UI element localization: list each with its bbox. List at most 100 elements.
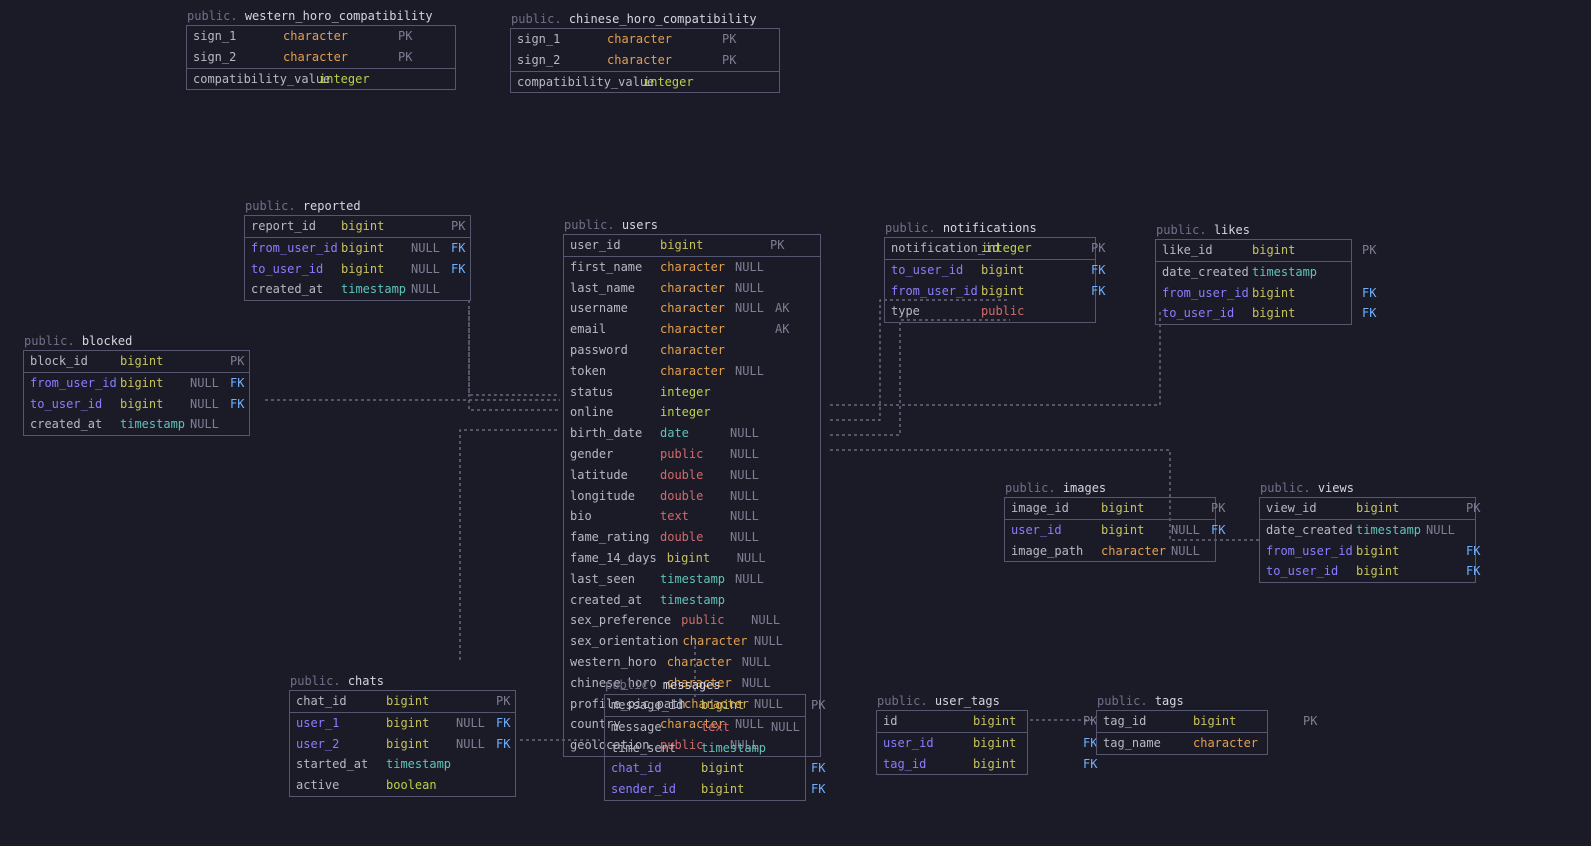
column-row[interactable]: longitudedoubleNULL [564, 486, 820, 507]
table-chinese_horo_compatibility[interactable]: public. chinese_horo_compatibilitysign_1… [510, 28, 780, 93]
table-title: public. tags [1097, 693, 1184, 710]
table-views[interactable]: public. viewsview_idbigintPKdate_created… [1259, 497, 1476, 583]
column-nullability: NULL [1171, 543, 1201, 560]
column-row[interactable]: date_createdtimestamp [1156, 262, 1351, 283]
table-user_tags[interactable]: public. user_tagsidbigintPKuser_idbigint… [876, 710, 1028, 775]
column-row[interactable]: birth_datedateNULL [564, 423, 820, 444]
column-row[interactable]: fame_ratingdoubleNULL [564, 527, 820, 548]
column-row[interactable]: image_pathcharacterNULL [1005, 541, 1215, 562]
column-row[interactable]: report_idbigintPK [245, 216, 470, 237]
column-type: bigint [1252, 285, 1312, 302]
column-row[interactable]: user_idbigintPK [564, 235, 820, 256]
column-row[interactable]: user_idbigintNULLFK [1005, 520, 1215, 541]
column-row[interactable]: block_idbigintPK [24, 351, 249, 372]
column-row[interactable]: latitudedoubleNULL [564, 465, 820, 486]
column-row[interactable]: genderpublicNULL [564, 444, 820, 465]
column-row[interactable]: user_idbigintFK [877, 733, 1027, 754]
column-row[interactable]: like_idbigintPK [1156, 240, 1351, 261]
column-row[interactable]: biotextNULL [564, 506, 820, 527]
column-row[interactable]: image_idbigintPK [1005, 498, 1215, 519]
column-row[interactable]: view_idbigintPK [1260, 498, 1475, 519]
column-row[interactable]: sex_orientationcharacterNULL [564, 631, 820, 652]
column-name: sign_2 [193, 49, 273, 66]
column-row[interactable]: chat_idbigintPK [290, 691, 515, 712]
column-key: PK [722, 52, 742, 69]
table-tags[interactable]: public. tagstag_idbigintPKtag_namecharac… [1096, 710, 1268, 755]
column-row[interactable]: from_user_idbigintFK [1260, 541, 1475, 562]
column-nullability: NULL [730, 529, 760, 546]
column-row[interactable]: tag_idbigintFK [877, 754, 1027, 775]
column-row[interactable]: activeboolean [290, 775, 515, 796]
column-row[interactable]: tag_idbigintPK [1097, 711, 1267, 732]
column-row[interactable]: last_namecharacterNULL [564, 278, 820, 299]
column-row[interactable]: sign_2characterPK [187, 47, 455, 68]
column-key: FK [811, 781, 831, 798]
column-row[interactable]: tag_namecharacter [1097, 733, 1267, 754]
column-name: fame_14_days [570, 550, 657, 567]
schema-label: public. [290, 674, 341, 688]
column-name: sender_id [611, 781, 691, 798]
column-row[interactable]: time_senttimestamp [605, 738, 805, 759]
column-row[interactable]: compatibility_valueinteger [187, 69, 455, 90]
column-row[interactable]: typepublic [885, 301, 1095, 322]
column-row[interactable]: user_2bigintNULLFK [290, 734, 515, 755]
column-type: bigint [667, 550, 727, 567]
table-reported[interactable]: public. reportedreport_idbigintPKfrom_us… [244, 215, 471, 301]
table-messages[interactable]: public. messagesmessage_idbigintPKmessag… [604, 694, 806, 801]
column-row[interactable]: messagetextNULL [605, 717, 805, 738]
column-type: integer [981, 240, 1041, 257]
column-row[interactable]: western_horocharacterNULL [564, 652, 820, 673]
column-row[interactable]: message_idbigintPK [605, 695, 805, 716]
column-row[interactable]: sign_2characterPK [511, 50, 779, 71]
table-title: public. user_tags [877, 693, 1000, 710]
column-row[interactable]: statusinteger [564, 382, 820, 403]
column-row[interactable]: date_createdtimestampNULL [1260, 520, 1475, 541]
column-row[interactable]: tokencharacterNULL [564, 361, 820, 382]
column-key: FK [1466, 543, 1486, 560]
column-row[interactable]: fame_14_daysbigintNULL [564, 548, 820, 569]
column-row[interactable]: sex_preferencepublicNULL [564, 610, 820, 631]
column-row[interactable]: user_1bigintNULLFK [290, 713, 515, 734]
column-row[interactable]: sender_idbigintFK [605, 779, 805, 800]
table-notifications[interactable]: public. notificationsnotification_idinte… [884, 237, 1096, 323]
column-key: PK [1466, 500, 1486, 517]
column-row[interactable]: started_attimestamp [290, 754, 515, 775]
table-name: chats [348, 674, 384, 688]
column-row[interactable]: from_user_idbigintFK [1156, 283, 1351, 304]
table-blocked[interactable]: public. blockedblock_idbigintPKfrom_user… [23, 350, 250, 436]
column-row[interactable]: created_attimestampNULL [24, 414, 249, 435]
table-likes[interactable]: public. likeslike_idbigintPKdate_created… [1155, 239, 1352, 325]
column-row[interactable]: to_user_idbigintFK [1156, 303, 1351, 324]
column-name: sex_orientation [570, 633, 673, 650]
table-chats[interactable]: public. chatschat_idbigintPKuser_1bigint… [289, 690, 516, 797]
column-row[interactable]: from_user_idbigintNULLFK [24, 373, 249, 394]
column-row[interactable]: sign_1characterPK [187, 26, 455, 47]
column-row[interactable]: created_attimestamp [564, 590, 820, 611]
column-nullability: NULL [771, 719, 801, 736]
column-row[interactable]: passwordcharacter [564, 340, 820, 361]
column-row[interactable]: idbigintPK [877, 711, 1027, 732]
column-row[interactable]: created_attimestampNULL [245, 279, 470, 300]
table-images[interactable]: public. imagesimage_idbigintPKuser_idbig… [1004, 497, 1216, 562]
column-name: sex_preference [570, 612, 671, 629]
column-row[interactable]: to_user_idbigintFK [1260, 561, 1475, 582]
column-row[interactable]: last_seentimestampNULL [564, 569, 820, 590]
column-row[interactable]: usernamecharacterNULLAK [564, 298, 820, 319]
column-row[interactable]: onlineinteger [564, 402, 820, 423]
column-row[interactable]: first_namecharacterNULL [564, 257, 820, 278]
column-row[interactable]: from_user_idbigintNULLFK [245, 238, 470, 259]
column-row[interactable]: sign_1characterPK [511, 29, 779, 50]
column-type: bigint [973, 756, 1033, 773]
column-row[interactable]: to_user_idbigintNULLFK [245, 259, 470, 280]
column-row[interactable]: to_user_idbigintNULLFK [24, 394, 249, 415]
column-row[interactable]: to_user_idbigintFK [885, 260, 1095, 281]
column-row[interactable]: notification_idintegerPK [885, 238, 1095, 259]
column-type: bigint [1252, 305, 1312, 322]
table-western_horo_compatibility[interactable]: public. western_horo_compatibilitysign_1… [186, 25, 456, 90]
column-row[interactable]: chat_idbigintFK [605, 758, 805, 779]
table-name: blocked [82, 334, 133, 348]
column-row[interactable]: emailcharacterAK [564, 319, 820, 340]
column-row[interactable]: from_user_idbigintFK [885, 281, 1095, 302]
column-row[interactable]: compatibility_valueinteger [511, 72, 779, 93]
column-type: bigint [341, 261, 401, 278]
